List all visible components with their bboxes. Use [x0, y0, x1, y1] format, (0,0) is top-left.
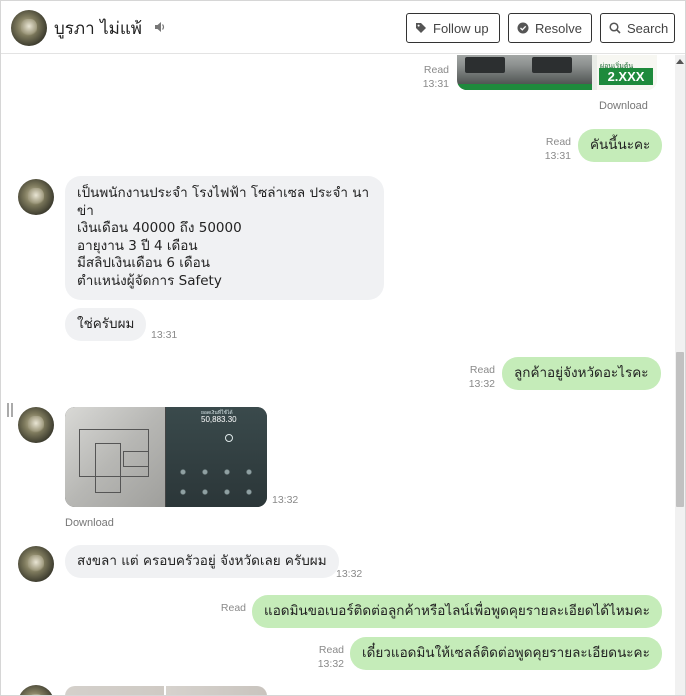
attached-image[interactable] — [65, 686, 267, 695]
incoming-message: เป็นพนักงานประจำ โรงไฟฟ้า โซล่าเซล ประจำ… — [65, 176, 384, 300]
sender-avatar[interactable] — [18, 685, 54, 695]
search-icon — [609, 22, 621, 34]
read-receipt: Read 13:32 — [468, 364, 495, 390]
chat-header: บูรภา ไม่แพ้ Follow up Resolve Search — [1, 1, 685, 54]
screen-amount: 50,883.30 — [201, 415, 237, 424]
ad-price: 2.XXX — [599, 68, 653, 85]
search-button[interactable]: Search — [600, 13, 675, 43]
download-link[interactable]: Download — [65, 517, 114, 529]
scroll-up-icon[interactable] — [676, 59, 684, 64]
incoming-message: ใช่ครับผม — [65, 308, 147, 341]
outgoing-message: เดี๋ยวแอดมินให้เซลล์ติดต่อพูดคุยรายละเอี… — [350, 637, 662, 670]
speaker-icon[interactable] — [154, 21, 166, 33]
read-receipt: Read 13:31 — [422, 64, 449, 90]
resize-handle[interactable] — [7, 403, 13, 417]
outgoing-message: ลูกค้าอยู่จังหวัดอะไรคะ — [502, 357, 661, 390]
car-ad-image[interactable]: ผ่อนเริ่มต้น 2.XXX — [457, 55, 657, 90]
follow-up-label: Follow up — [433, 20, 489, 36]
incoming-message: สงขลา แต่ ครอบครัวอยู่ จังหวัดเลย ครับผม — [65, 545, 339, 578]
outgoing-message: คันนี้นะคะ — [578, 129, 663, 162]
message-time: 13:32 — [336, 568, 363, 580]
download-link[interactable]: Download — [599, 100, 648, 112]
sender-avatar[interactable] — [18, 407, 54, 443]
scroll-thumb[interactable] — [676, 352, 684, 507]
search-label: Search — [627, 20, 669, 36]
resolve-chat-icon — [517, 22, 529, 34]
resolve-label: Resolve — [535, 20, 582, 36]
tag-icon — [416, 23, 426, 33]
sender-avatar[interactable] — [18, 546, 54, 582]
contact-avatar[interactable] — [11, 10, 47, 46]
sender-avatar[interactable] — [18, 179, 54, 215]
outgoing-message: แอดมินขอเบอร์ติดต่อลูกค้าหรือไลน์เพื่อพู… — [252, 595, 662, 628]
read-receipt: Read 13:32 — [317, 644, 344, 670]
follow-up-button[interactable]: Follow up — [406, 13, 500, 43]
message-time: 13:31 — [151, 329, 178, 341]
resolve-button[interactable]: Resolve — [508, 13, 592, 43]
chat-scrollbar[interactable] — [675, 55, 685, 695]
message-list[interactable]: Read 13:31 ผ่อนเริ่มต้น 2.XXX Download R… — [1, 55, 673, 695]
read-receipt: Read — [220, 602, 246, 614]
contact-name: บูรภา ไม่แพ้ — [54, 19, 142, 39]
read-receipt: Read 13:31 — [544, 136, 571, 162]
message-time: 13:32 — [272, 494, 299, 506]
attached-image[interactable]: ยอดเงินที่ใช้ได้ 50,883.30 — [65, 407, 267, 507]
chat-window: บูรภา ไม่แพ้ Follow up Resolve Search Re… — [0, 0, 686, 696]
